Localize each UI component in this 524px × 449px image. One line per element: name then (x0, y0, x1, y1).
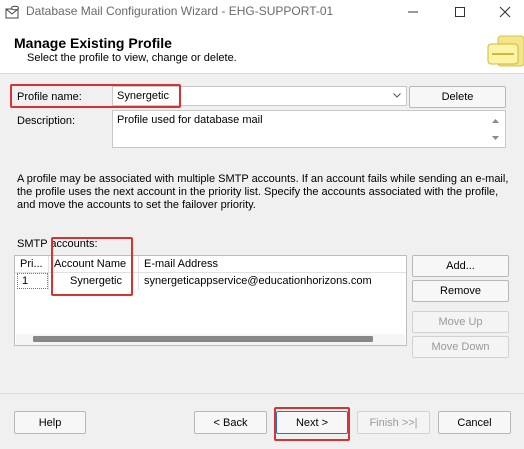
move-up-button[interactable]: Move Up (412, 311, 509, 333)
highlight-account-name (51, 237, 133, 296)
help-button[interactable]: Help (14, 411, 86, 434)
delete-button[interactable]: Delete (409, 86, 506, 108)
row-priority: 1 (22, 275, 29, 287)
footer-divider (0, 393, 524, 394)
highlight-next-button (274, 407, 350, 441)
maximize-button[interactable] (437, 0, 483, 24)
column-header-priority[interactable]: Pri... (20, 258, 43, 270)
scroll-down-icon[interactable] (491, 134, 500, 142)
add-button[interactable]: Add... (412, 255, 509, 277)
info-text: A profile may be associated with multipl… (17, 173, 509, 211)
cancel-button[interactable]: Cancel (438, 411, 511, 434)
wizard-graphic-icon (487, 35, 524, 67)
finish-button[interactable]: Finish >>| (357, 411, 430, 434)
scroll-up-icon[interactable] (491, 117, 500, 125)
remove-button[interactable]: Remove (412, 280, 509, 302)
maximize-icon (455, 7, 465, 17)
page-subtitle: Select the profile to view, change or de… (27, 52, 237, 64)
minimize-icon (408, 11, 418, 13)
move-down-button[interactable]: Move Down (412, 336, 509, 358)
scrollbar-thumb[interactable] (33, 336, 373, 342)
description-field[interactable]: Profile used for database mail (112, 110, 506, 148)
page-title: Manage Existing Profile (14, 35, 172, 51)
chevron-down-icon (393, 93, 401, 98)
database-mail-icon (5, 5, 19, 19)
description-value: Profile used for database mail (117, 114, 263, 126)
close-button[interactable] (482, 0, 524, 24)
row-email: synergeticappservice@educationhorizons.c… (144, 275, 372, 287)
horizontal-scrollbar[interactable] (16, 334, 405, 345)
wizard-header: Manage Existing Profile Select the profi… (0, 24, 524, 74)
back-button[interactable]: < Back (194, 411, 267, 434)
minimize-button[interactable] (390, 0, 436, 24)
title-bar: Database Mail Configuration Wizard - EHG… (0, 0, 524, 24)
highlight-profile-name (10, 84, 181, 108)
column-header-email[interactable]: E-mail Address (144, 258, 218, 270)
close-icon (499, 6, 511, 18)
window-title: Database Mail Configuration Wizard - EHG… (26, 4, 334, 18)
description-label: Description: (17, 115, 76, 127)
